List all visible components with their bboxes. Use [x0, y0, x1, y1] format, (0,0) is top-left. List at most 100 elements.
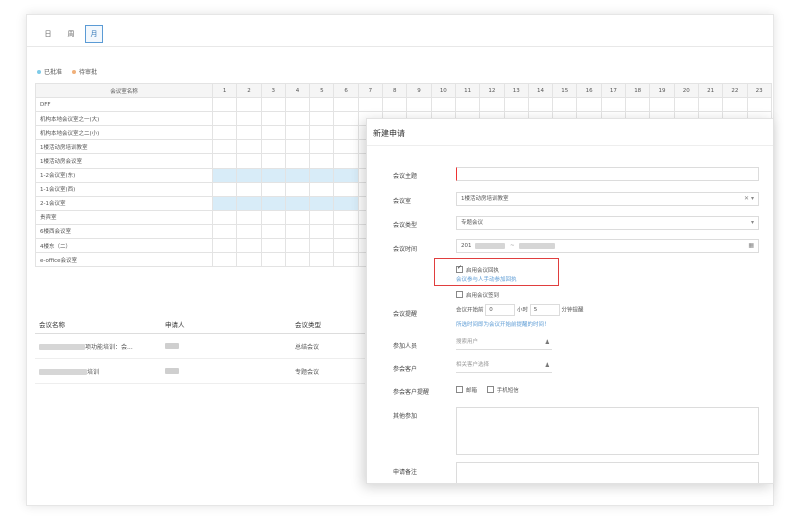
day-cell[interactable] — [357, 97, 384, 113]
day-cell[interactable] — [673, 97, 699, 113]
subject-input[interactable] — [456, 167, 759, 181]
remind-minutes-input[interactable]: 5 — [529, 304, 560, 316]
day-cell[interactable] — [309, 139, 335, 155]
day-cell[interactable] — [309, 167, 335, 183]
day-cell[interactable] — [284, 167, 311, 183]
day-cell[interactable] — [284, 111, 311, 127]
email-checkbox[interactable] — [456, 386, 463, 393]
day-cell[interactable] — [503, 97, 529, 113]
day-cell[interactable] — [284, 238, 311, 254]
day-cell[interactable] — [333, 209, 359, 225]
receipt-option[interactable]: 启用会议回执 — [456, 264, 499, 274]
day-cell[interactable] — [333, 223, 359, 240]
day-cell[interactable] — [333, 195, 359, 211]
day-cell[interactable] — [236, 125, 262, 141]
day-cell[interactable] — [406, 97, 432, 113]
user-icon[interactable]: ♟ — [545, 359, 550, 372]
day-cell[interactable] — [260, 167, 286, 183]
day-cell[interactable] — [260, 195, 286, 211]
others-textarea[interactable] — [456, 407, 759, 455]
day-cell[interactable] — [697, 97, 724, 113]
day-cell[interactable] — [284, 223, 311, 240]
day-cell[interactable] — [260, 97, 286, 113]
day-cell[interactable] — [333, 111, 359, 127]
day-cell[interactable] — [333, 153, 359, 169]
day-cell[interactable] — [211, 153, 238, 169]
day-cell[interactable] — [454, 97, 481, 113]
day-cell[interactable] — [260, 238, 286, 254]
sms-checkbox[interactable] — [486, 386, 494, 393]
signin-option[interactable]: 启用会议签到 — [456, 291, 499, 299]
receipt-checkbox[interactable] — [456, 264, 463, 273]
day-cell[interactable] — [236, 139, 262, 155]
customers-input[interactable]: 相关客户选择 ♟ — [456, 359, 552, 373]
remark-textarea[interactable] — [456, 462, 759, 483]
day-cell[interactable] — [211, 97, 238, 113]
time-input[interactable]: 201 ~ ▦ — [456, 239, 759, 253]
list-item[interactable]: 项功能培训：会... 总结会议 — [35, 334, 365, 359]
day-cell[interactable] — [284, 252, 311, 268]
day-cell[interactable] — [527, 97, 554, 113]
list-item[interactable]: 培训 专题会议 — [35, 359, 365, 384]
day-cell[interactable] — [260, 139, 286, 155]
day-cell[interactable] — [260, 252, 286, 268]
day-cell[interactable] — [309, 111, 335, 127]
day-cell[interactable] — [333, 139, 359, 155]
day-cell[interactable] — [284, 209, 311, 225]
day-cell[interactable] — [211, 223, 238, 240]
day-cell[interactable] — [746, 97, 772, 113]
day-cell[interactable] — [260, 181, 286, 197]
day-cell[interactable] — [309, 238, 335, 254]
day-cell[interactable] — [479, 97, 505, 113]
day-cell[interactable] — [236, 111, 262, 127]
day-cell[interactable] — [211, 252, 238, 268]
day-cell[interactable] — [211, 238, 238, 254]
tab-week[interactable]: 周 — [62, 25, 80, 43]
day-cell[interactable] — [284, 181, 311, 197]
tab-day[interactable]: 日 — [39, 25, 57, 43]
day-cell[interactable] — [260, 209, 286, 225]
clear-chevron-icon[interactable]: ✕ ▾ — [744, 193, 754, 205]
day-cell[interactable] — [236, 167, 262, 183]
day-cell[interactable] — [722, 97, 748, 113]
day-cell[interactable] — [284, 153, 311, 169]
day-cell[interactable] — [236, 209, 262, 225]
day-cell[interactable] — [382, 97, 408, 113]
day-cell[interactable] — [333, 181, 359, 197]
day-cell[interactable] — [211, 195, 238, 211]
day-cell[interactable] — [576, 97, 602, 113]
day-cell[interactable] — [284, 139, 311, 155]
day-cell[interactable] — [309, 125, 335, 141]
day-cell[interactable] — [309, 223, 335, 240]
type-select[interactable]: 专题会议 ▾ — [456, 216, 759, 230]
day-cell[interactable] — [211, 181, 238, 197]
tab-month[interactable]: 月 — [85, 25, 103, 43]
chevron-down-icon[interactable]: ▾ — [751, 217, 754, 229]
day-cell[interactable] — [284, 125, 311, 141]
day-cell[interactable] — [309, 209, 335, 225]
day-cell[interactable] — [309, 181, 335, 197]
day-cell[interactable] — [260, 125, 286, 141]
day-cell[interactable] — [333, 167, 359, 183]
day-cell[interactable] — [309, 252, 335, 268]
day-cell[interactable] — [333, 97, 359, 113]
day-cell[interactable] — [236, 195, 262, 211]
day-cell[interactable] — [236, 238, 262, 254]
calendar-icon[interactable]: ▦ — [748, 240, 754, 252]
day-cell[interactable] — [552, 97, 578, 113]
day-cell[interactable] — [333, 252, 359, 268]
day-cell[interactable] — [600, 97, 627, 113]
participants-input[interactable]: 搜索用户 ♟ — [456, 336, 552, 350]
day-cell[interactable] — [309, 195, 335, 211]
day-cell[interactable] — [236, 252, 262, 268]
day-cell[interactable] — [236, 97, 262, 113]
day-cell[interactable] — [649, 97, 675, 113]
day-cell[interactable] — [309, 97, 335, 113]
day-cell[interactable] — [236, 153, 262, 169]
day-cell[interactable] — [625, 97, 651, 113]
day-cell[interactable] — [260, 223, 286, 240]
remind-hours-input[interactable]: 0 — [485, 304, 516, 316]
day-cell[interactable] — [309, 153, 335, 169]
day-cell[interactable] — [211, 125, 238, 141]
day-cell[interactable] — [333, 238, 359, 254]
